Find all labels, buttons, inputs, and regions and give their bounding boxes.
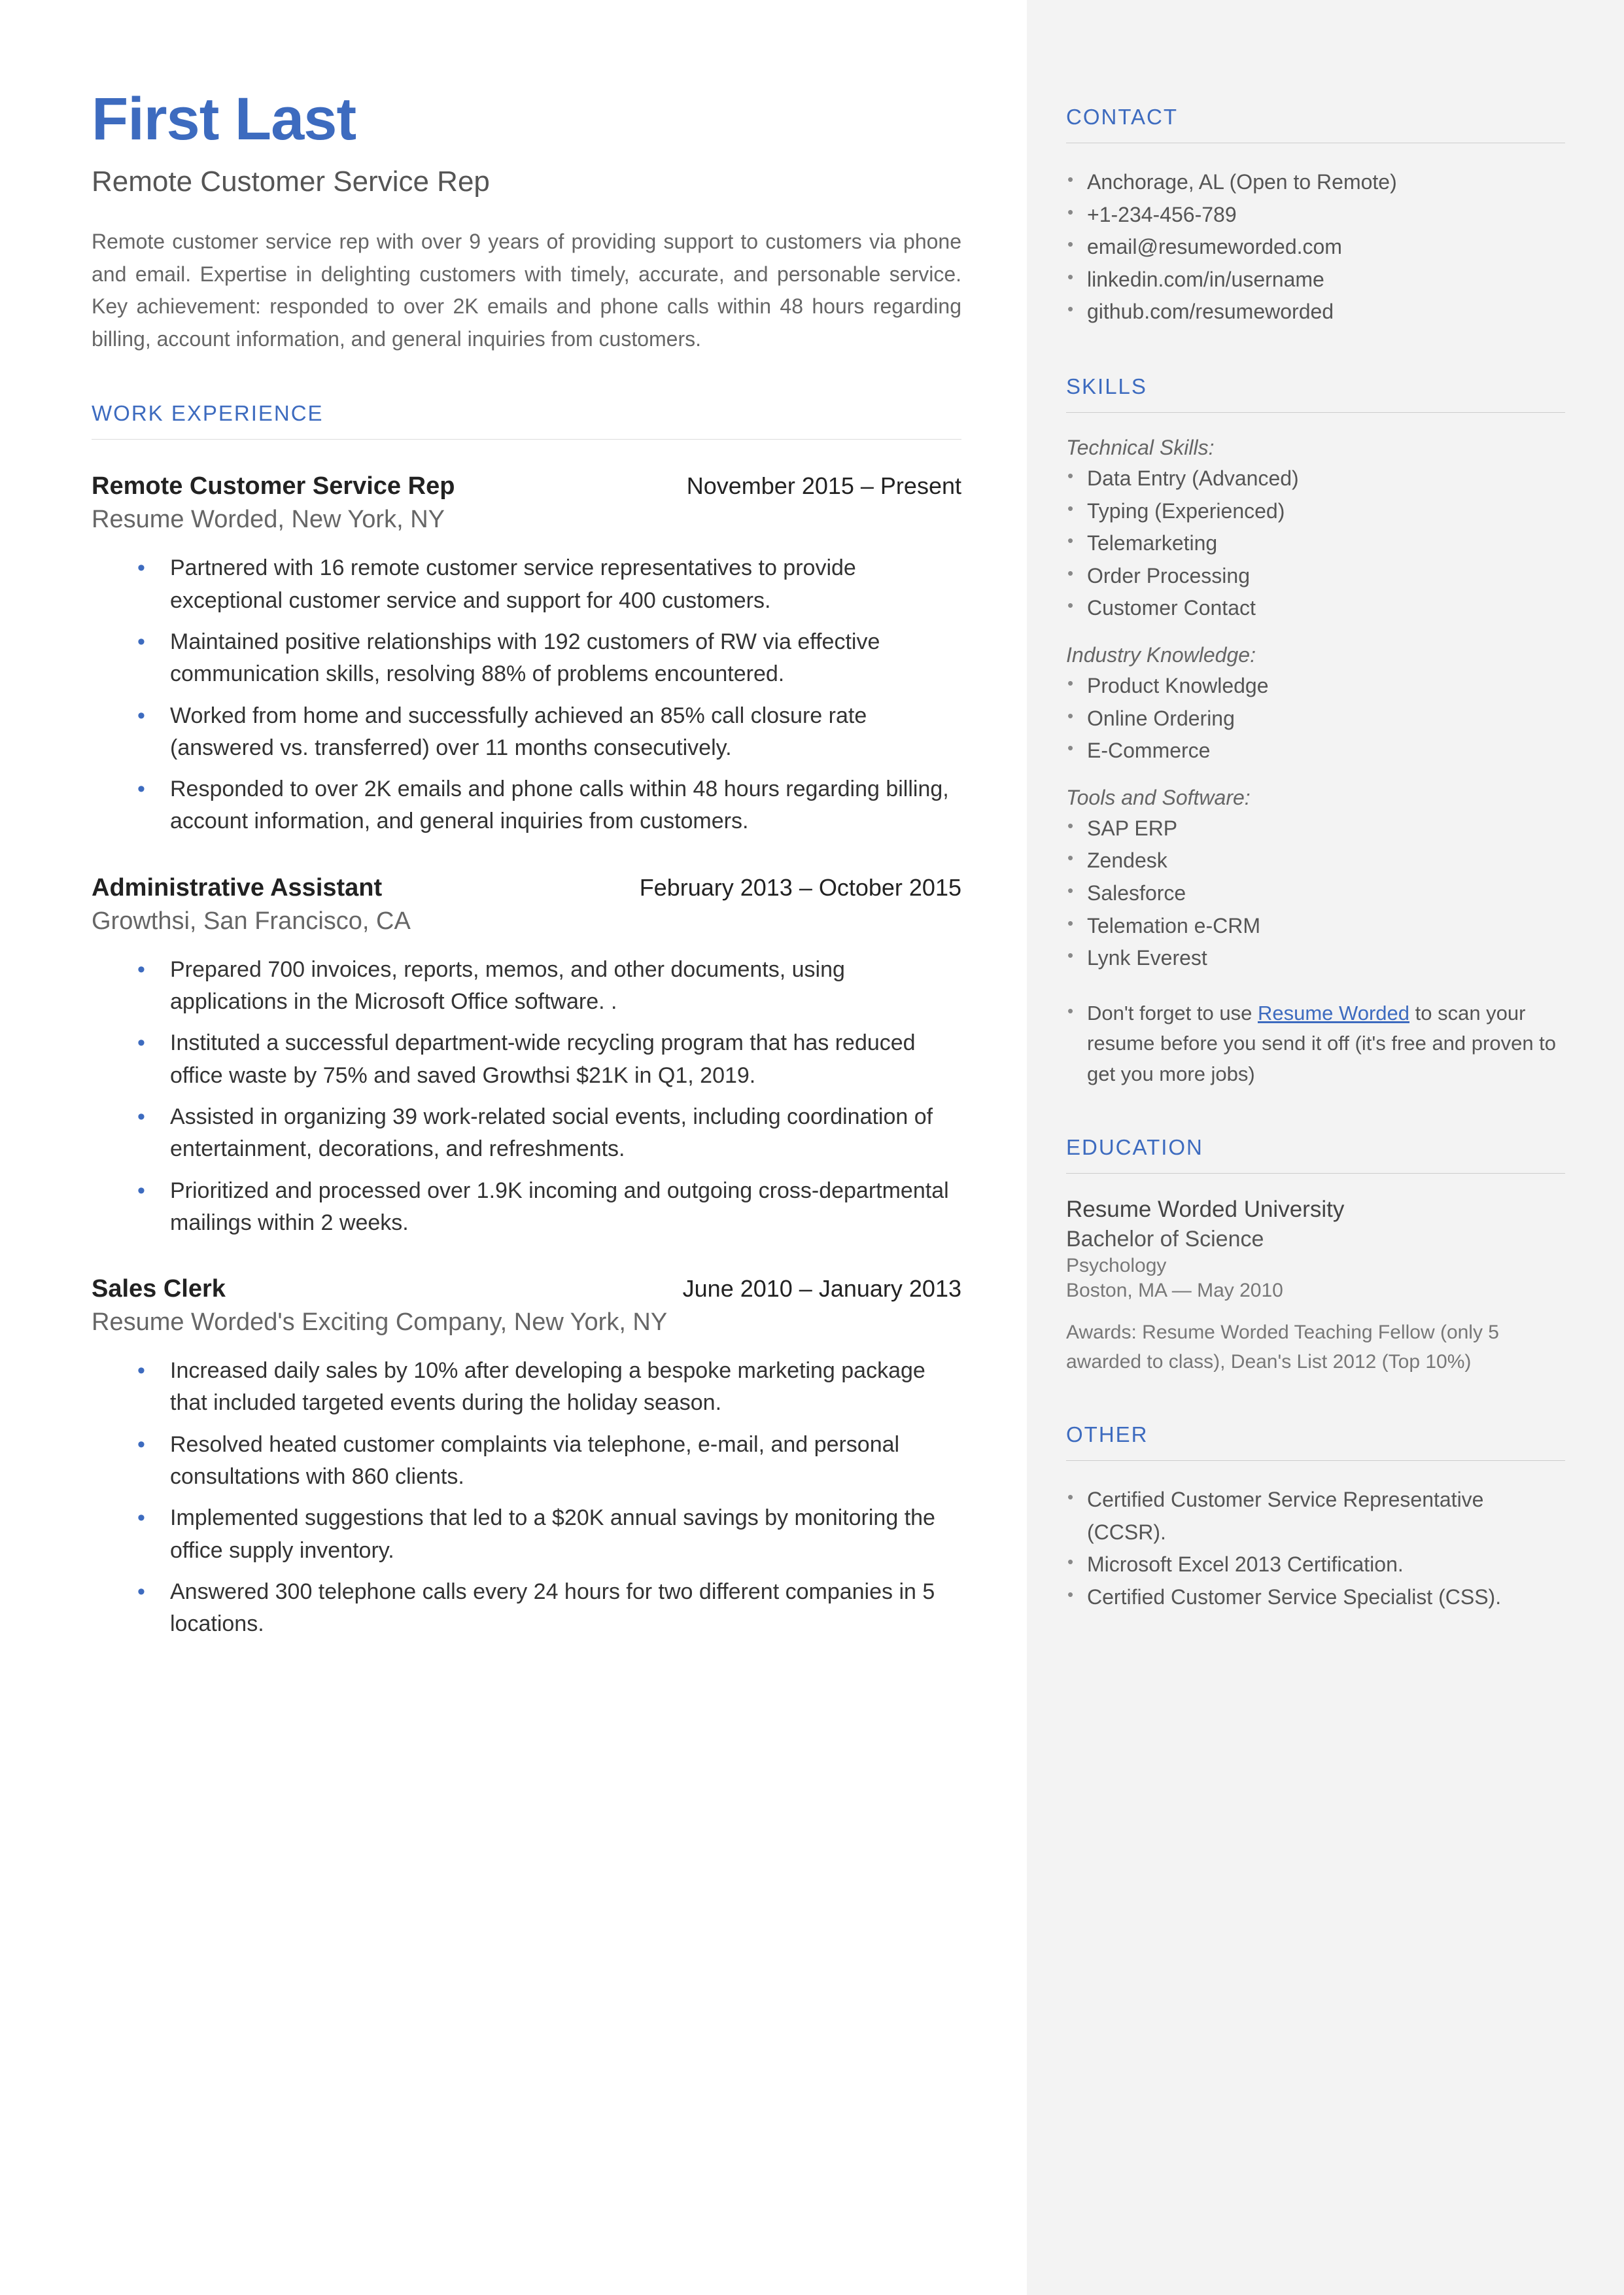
divider (1066, 1460, 1565, 1461)
sidebar: CONTACT Anchorage, AL (Open to Remote)+1… (1027, 0, 1624, 2295)
bullet-item: Answered 300 telephone calls every 24 ho… (137, 1576, 961, 1641)
candidate-title: Remote Customer Service Rep (92, 166, 961, 198)
divider (92, 439, 961, 440)
contact-header: CONTACT (1066, 105, 1565, 130)
skill-group-label: Industry Knowledge: (1066, 643, 1565, 667)
edu-awards: Awards: Resume Worded Teaching Fellow (o… (1066, 1318, 1565, 1376)
other-item: Certified Customer Service Specialist (C… (1066, 1581, 1565, 1614)
other-section: OTHER Certified Customer Service Represe… (1066, 1422, 1565, 1613)
job-title: Administrative Assistant (92, 874, 382, 902)
job-dates: February 2013 – October 2015 (640, 874, 961, 902)
contact-section: CONTACT Anchorage, AL (Open to Remote)+1… (1066, 105, 1565, 328)
skill-item: Lynk Everest (1066, 942, 1565, 975)
skills-section: SKILLS Technical Skills: Data Entry (Adva… (1066, 374, 1565, 1089)
skill-item: Telemation e-CRM (1066, 910, 1565, 943)
bullet-item: Implemented suggestions that led to a $2… (137, 1502, 961, 1567)
work-experience-header: WORK EXPERIENCE (92, 401, 961, 426)
skill-list: Data Entry (Advanced)Typing (Experienced… (1066, 463, 1565, 625)
skill-item: Typing (Experienced) (1066, 495, 1565, 528)
education-header: EDUCATION (1066, 1135, 1565, 1160)
skill-item: Salesforce (1066, 877, 1565, 910)
bullet-item: Worked from home and successfully achiev… (137, 700, 961, 765)
bullet-item: Maintained positive relationships with 1… (137, 626, 961, 691)
divider (1066, 412, 1565, 413)
contact-list: Anchorage, AL (Open to Remote)+1-234-456… (1066, 166, 1565, 328)
contact-item: linkedin.com/in/username (1066, 264, 1565, 296)
candidate-name: First Last (92, 85, 961, 154)
skill-item: Customer Contact (1066, 592, 1565, 625)
job-title: Remote Customer Service Rep (92, 472, 455, 500)
other-header: OTHER (1066, 1422, 1565, 1447)
job-title: Sales Clerk (92, 1275, 226, 1303)
job-header: Remote Customer Service Rep November 2015… (92, 472, 961, 500)
bullet-item: Prioritized and processed over 1.9K inco… (137, 1175, 961, 1240)
edu-major: Psychology (1066, 1255, 1565, 1277)
edu-location: Boston, MA — May 2010 (1066, 1280, 1565, 1302)
job-company: Resume Worded, New York, NY (92, 506, 961, 534)
skill-item: Telemarketing (1066, 527, 1565, 560)
job-dates: November 2015 – Present (687, 472, 961, 500)
bullet-item: Increased daily sales by 10% after devel… (137, 1355, 961, 1420)
skill-group-label: Technical Skills: (1066, 436, 1565, 460)
bullet-item: Partnered with 16 remote customer servic… (137, 552, 961, 617)
job-header: Administrative Assistant February 2013 – … (92, 874, 961, 902)
main-column: First Last Remote Customer Service Rep R… (0, 0, 1027, 2295)
contact-item: +1-234-456-789 (1066, 199, 1565, 232)
contact-item: Anchorage, AL (Open to Remote) (1066, 166, 1565, 199)
education-section: EDUCATION Resume Worded University Bache… (1066, 1135, 1565, 1376)
skill-item: Zendesk (1066, 845, 1565, 877)
contact-item: github.com/resumeworded (1066, 296, 1565, 328)
job-entry: Remote Customer Service Rep November 2015… (92, 472, 961, 837)
note-pre: Don't forget to use (1087, 1002, 1258, 1025)
job-entry: Administrative Assistant February 2013 – … (92, 874, 961, 1239)
bullet-item: Responded to over 2K emails and phone ca… (137, 773, 961, 838)
skill-group-label: Tools and Software: (1066, 786, 1565, 810)
skill-item: SAP ERP (1066, 813, 1565, 845)
job-bullets: Partnered with 16 remote customer servic… (92, 552, 961, 837)
job-bullets: Prepared 700 invoices, reports, memos, a… (92, 954, 961, 1239)
other-item: Certified Customer Service Representativ… (1066, 1484, 1565, 1549)
job-header: Sales Clerk June 2010 – January 2013 (92, 1275, 961, 1303)
skill-item: E-Commerce (1066, 735, 1565, 767)
skill-item: Order Processing (1066, 560, 1565, 593)
skill-item: Product Knowledge (1066, 670, 1565, 703)
summary-text: Remote customer service rep with over 9 … (92, 226, 961, 355)
job-bullets: Increased daily sales by 10% after devel… (92, 1355, 961, 1640)
bullet-item: Prepared 700 invoices, reports, memos, a… (137, 954, 961, 1019)
skill-item: Online Ordering (1066, 703, 1565, 735)
edu-school: Resume Worded University (1066, 1197, 1565, 1223)
job-dates: June 2010 – January 2013 (683, 1275, 961, 1303)
resume-worded-link[interactable]: Resume Worded (1258, 1002, 1409, 1025)
job-entry: Sales Clerk June 2010 – January 2013 Resum… (92, 1275, 961, 1640)
divider (1066, 1173, 1565, 1174)
job-company: Resume Worded's Exciting Company, New Yo… (92, 1308, 961, 1337)
bullet-item: Resolved heated customer complaints via … (137, 1429, 961, 1494)
skill-item: Data Entry (Advanced) (1066, 463, 1565, 495)
skill-list: SAP ERPZendeskSalesforceTelemation e-CRM… (1066, 813, 1565, 975)
edu-degree: Bachelor of Science (1066, 1227, 1565, 1252)
other-list: Certified Customer Service Representativ… (1066, 1484, 1565, 1613)
bullet-item: Instituted a successful department-wide … (137, 1027, 961, 1092)
contact-item: email@resumeworded.com (1066, 231, 1565, 264)
skills-header: SKILLS (1066, 374, 1565, 399)
sidebar-note: Don't forget to use Resume Worded to sca… (1066, 998, 1565, 1090)
skill-list: Product KnowledgeOnline OrderingE-Commer… (1066, 670, 1565, 767)
bullet-item: Assisted in organizing 39 work-related s… (137, 1101, 961, 1166)
job-company: Growthsi, San Francisco, CA (92, 907, 961, 936)
other-item: Microsoft Excel 2013 Certification. (1066, 1549, 1565, 1581)
